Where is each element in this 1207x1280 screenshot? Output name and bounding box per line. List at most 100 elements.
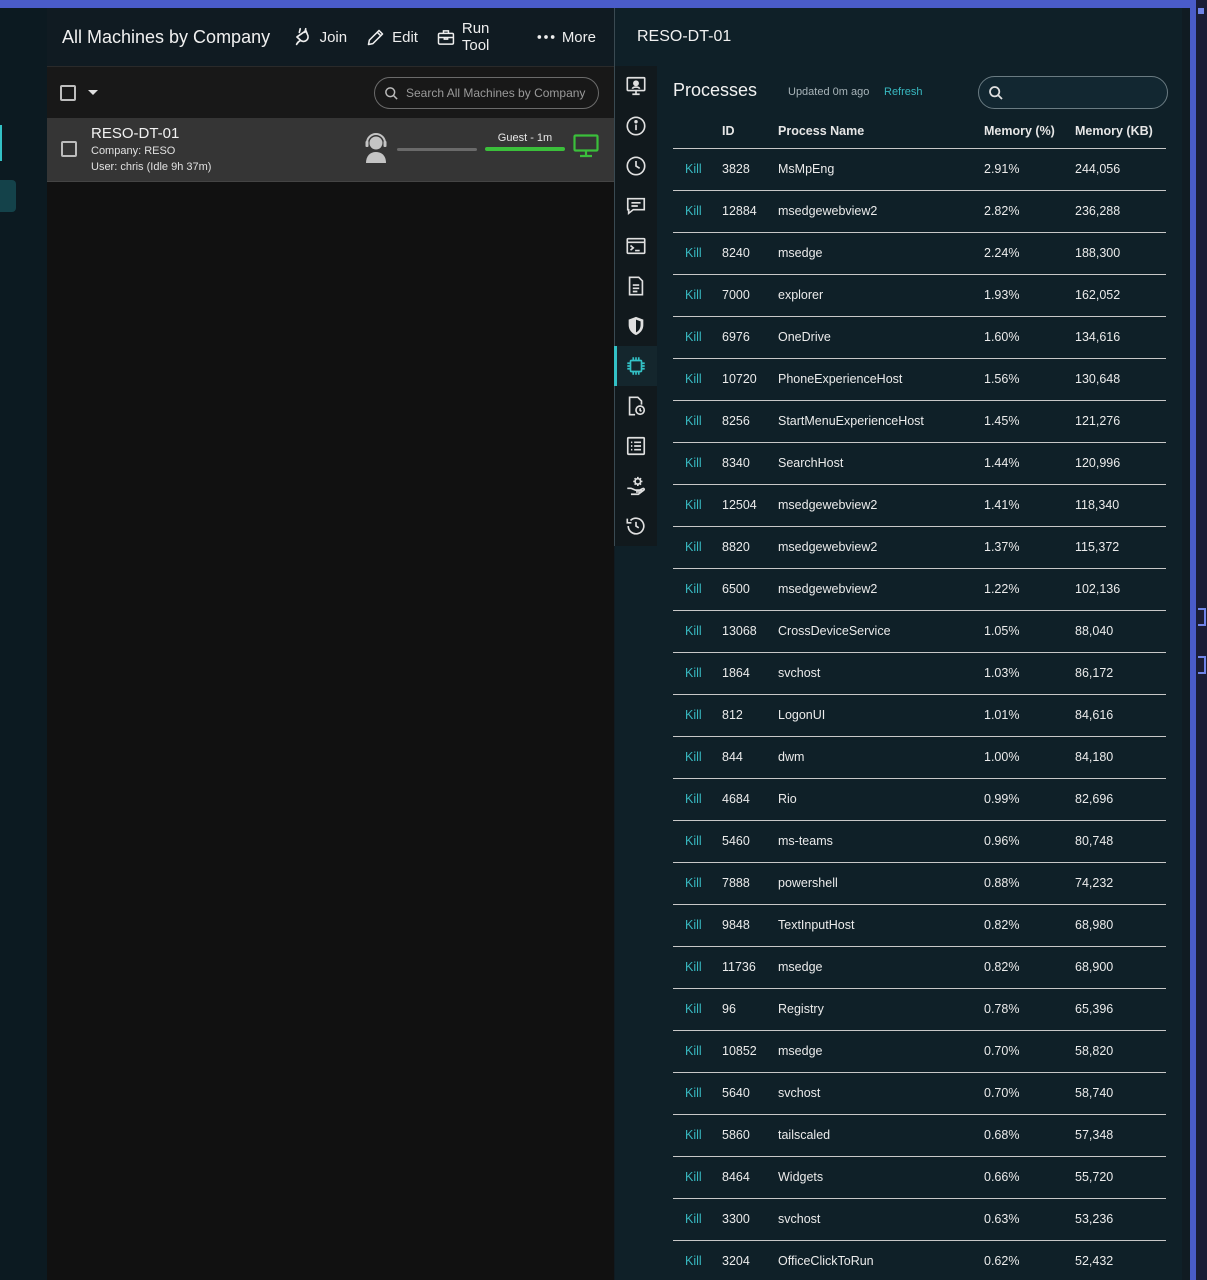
process-memory-kb: 65,396 xyxy=(1075,988,1166,1031)
kill-button[interactable]: Kill xyxy=(673,526,722,569)
process-search-input[interactable] xyxy=(978,76,1168,109)
host-support-icon[interactable] xyxy=(364,133,388,168)
history-button[interactable] xyxy=(615,506,657,546)
kill-button[interactable]: Kill xyxy=(673,1072,722,1115)
kill-button[interactable]: Kill xyxy=(673,652,722,695)
security-button[interactable] xyxy=(615,306,657,346)
kill-button[interactable]: Kill xyxy=(673,946,722,989)
kill-button[interactable]: Kill xyxy=(673,736,722,779)
process-name: StartMenuExperienceHost xyxy=(778,400,984,443)
process-id: 8256 xyxy=(722,400,778,443)
kill-button[interactable]: Kill xyxy=(673,1240,722,1280)
machine-list-panel: All Machines by Company Join Edit Run To… xyxy=(47,8,614,1280)
kill-button[interactable]: Kill xyxy=(673,568,722,611)
process-table: ID Process Name Memory (%) Memory (KB) K… xyxy=(673,124,1166,1280)
process-memory-kb: 74,232 xyxy=(1075,862,1166,905)
run-tool-button[interactable]: Run Tool xyxy=(436,20,518,54)
nav-item-selected[interactable] xyxy=(0,180,16,212)
kill-button[interactable]: Kill xyxy=(673,862,722,905)
machine-checkbox[interactable] xyxy=(61,141,77,157)
kill-button[interactable]: Kill xyxy=(673,1198,722,1241)
process-id: 6500 xyxy=(722,568,778,611)
kill-button[interactable]: Kill xyxy=(673,1156,722,1199)
kill-button[interactable]: Kill xyxy=(673,1114,722,1157)
process-memory-kb: 115,372 xyxy=(1075,526,1166,569)
process-row: Kill 4684 Rio 0.99% 82,696 xyxy=(673,778,1166,821)
select-options-dropdown[interactable] xyxy=(88,90,98,95)
join-button[interactable]: Join xyxy=(292,26,347,48)
kill-button[interactable]: Kill xyxy=(673,358,722,401)
chat-button[interactable] xyxy=(615,186,657,226)
kill-button[interactable]: Kill xyxy=(673,904,722,947)
timeline-button[interactable] xyxy=(615,146,657,186)
process-memory-pct: 0.66% xyxy=(984,1156,1075,1199)
process-name: OneDrive xyxy=(778,316,984,359)
process-row: Kill 7888 powershell 0.88% 74,232 xyxy=(673,862,1166,905)
kill-button[interactable]: Kill xyxy=(673,1030,722,1073)
kill-button[interactable]: Kill xyxy=(673,988,722,1031)
edit-button[interactable]: Edit xyxy=(365,27,418,48)
search-icon xyxy=(385,86,398,100)
process-id: 5860 xyxy=(722,1114,778,1157)
process-row: Kill 10720 PhoneExperienceHost 1.56% 130,648 xyxy=(673,358,1166,401)
kill-button[interactable]: Kill xyxy=(673,820,722,863)
kill-button[interactable]: Kill xyxy=(673,778,722,821)
file-history-button[interactable] xyxy=(615,386,657,426)
select-all-checkbox[interactable] xyxy=(60,84,76,101)
process-id: 4684 xyxy=(722,778,778,821)
machine-row[interactable]: RESO-DT-01 Company: RESO User: chris (Id… xyxy=(47,118,614,182)
process-memory-pct: 1.22% xyxy=(984,568,1075,611)
kill-button[interactable]: Kill xyxy=(673,610,722,653)
processes-button[interactable] xyxy=(614,346,657,386)
settings-hand-icon xyxy=(627,476,645,496)
info-button[interactable] xyxy=(615,106,657,146)
notes-button[interactable] xyxy=(615,266,657,306)
more-button[interactable]: More xyxy=(536,27,596,47)
process-memory-pct: 1.01% xyxy=(984,694,1075,737)
machine-search-input[interactable]: Search All Machines by Company xyxy=(374,77,599,109)
process-name: TextInputHost xyxy=(778,904,984,947)
kill-button[interactable]: Kill xyxy=(673,400,722,443)
col-header-memory-kb[interactable]: Memory (KB) xyxy=(1075,124,1166,149)
kill-button[interactable]: Kill xyxy=(673,148,722,191)
process-table-header: ID Process Name Memory (%) Memory (KB) xyxy=(673,124,1166,149)
services-button[interactable] xyxy=(615,466,657,506)
process-id: 10720 xyxy=(722,358,778,401)
process-memory-pct: 1.03% xyxy=(984,652,1075,695)
remote-desktop-button[interactable] xyxy=(615,66,657,106)
process-memory-kb: 68,900 xyxy=(1075,946,1166,989)
process-name: CrossDeviceService xyxy=(778,610,984,653)
terminal-button[interactable] xyxy=(615,226,657,266)
process-id: 5460 xyxy=(722,820,778,863)
col-header-memory-pct[interactable]: Memory (%) xyxy=(984,124,1075,149)
left-nav xyxy=(0,8,47,1280)
refresh-link[interactable]: Refresh xyxy=(884,86,923,98)
process-name: tailscaled xyxy=(778,1114,984,1157)
process-id: 7888 xyxy=(722,862,778,905)
process-name: dwm xyxy=(778,736,984,779)
processes-section: Processes Updated 0m ago Refresh ID Proc… xyxy=(673,66,1182,1280)
process-memory-pct: 2.91% xyxy=(984,148,1075,191)
process-memory-pct: 0.96% xyxy=(984,820,1075,863)
process-name: msedgewebview2 xyxy=(778,484,984,527)
event-log-button[interactable] xyxy=(615,426,657,466)
monitor-online-icon[interactable] xyxy=(573,134,599,163)
kill-button[interactable]: Kill xyxy=(673,694,722,737)
run-tool-label: Run Tool xyxy=(461,20,490,54)
col-header-process-name[interactable]: Process Name xyxy=(778,124,984,149)
guest-session-label: Guest - 1m xyxy=(497,132,553,144)
kill-button[interactable]: Kill xyxy=(673,190,722,233)
col-header-id[interactable]: ID xyxy=(722,124,778,149)
processes-header: Processes Updated 0m ago Refresh xyxy=(673,66,1182,124)
process-id: 3828 xyxy=(722,148,778,191)
kill-button[interactable]: Kill xyxy=(673,316,722,359)
more-icon xyxy=(537,35,555,39)
adjacent-window-border xyxy=(1190,0,1196,1280)
kill-button[interactable]: Kill xyxy=(673,232,722,275)
process-row: Kill 10852 msedge 0.70% 58,820 xyxy=(673,1030,1166,1073)
process-memory-kb: 53,236 xyxy=(1075,1198,1166,1241)
kill-button[interactable]: Kill xyxy=(673,484,722,527)
kill-button[interactable]: Kill xyxy=(673,442,722,485)
kill-button[interactable]: Kill xyxy=(673,274,722,317)
process-row: Kill 844 dwm 1.00% 84,180 xyxy=(673,736,1166,779)
